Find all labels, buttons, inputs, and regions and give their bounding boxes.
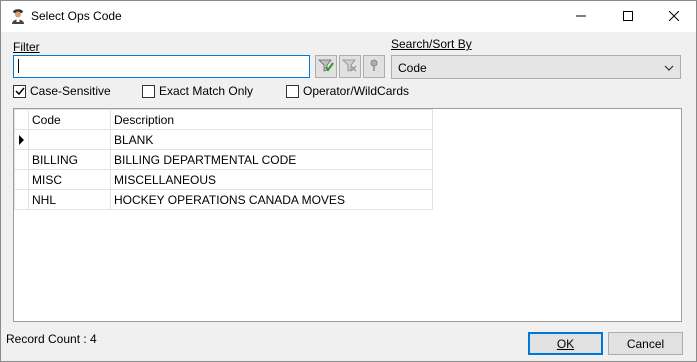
- ops-code-table: Code Description BLANK BILLING BILLING D…: [14, 109, 433, 210]
- cell-description[interactable]: MISCELLANEOUS: [110, 169, 433, 190]
- cell-description[interactable]: BILLING DEPARTMENTAL CODE: [110, 149, 433, 170]
- checkbox-checked-icon: [13, 84, 26, 98]
- row-indicator: [14, 129, 29, 150]
- filter-input[interactable]: [13, 55, 310, 78]
- ok-button-label: OK: [556, 336, 575, 351]
- search-sort-value: Code: [398, 61, 427, 75]
- pin-button[interactable]: [363, 55, 385, 78]
- cancel-button[interactable]: Cancel: [608, 332, 683, 355]
- close-button[interactable]: [651, 1, 697, 32]
- chevron-down-icon: [664, 62, 674, 76]
- row-indicator: [14, 149, 29, 170]
- select-ops-code-dialog: Select Ops Code Filter Search/Sort By Co…: [0, 0, 697, 362]
- apply-filter-icon: [318, 57, 334, 76]
- cell-description[interactable]: BLANK: [110, 129, 433, 150]
- current-row-arrow-icon: [19, 134, 24, 145]
- ops-code-grid[interactable]: Code Description BLANK BILLING BILLING D…: [13, 108, 682, 322]
- case-sensitive-label: Case-Sensitive: [30, 84, 111, 98]
- pin-icon: [366, 57, 382, 76]
- cell-code[interactable]: NHL: [28, 189, 111, 210]
- column-header-code[interactable]: Code: [28, 109, 111, 130]
- cell-code[interactable]: BILLING: [28, 149, 111, 170]
- minimize-icon: [576, 10, 586, 24]
- clear-filter-icon: [342, 57, 358, 76]
- filter-label: Filter: [13, 40, 40, 54]
- title-bar[interactable]: Select Ops Code: [1, 1, 696, 32]
- table-row[interactable]: BLANK: [14, 129, 433, 150]
- row-indicator: [14, 169, 29, 190]
- wildcards-checkbox[interactable]: Operator/WildCards: [286, 83, 409, 99]
- table-row[interactable]: BILLING BILLING DEPARTMENTAL CODE: [14, 149, 433, 170]
- checkbox-unchecked-icon: [142, 84, 155, 98]
- ok-button[interactable]: OK: [528, 332, 603, 355]
- row-indicator: [14, 189, 29, 210]
- text-caret: [18, 59, 19, 73]
- checkbox-unchecked-icon: [286, 84, 299, 98]
- table-row[interactable]: MISC MISCELLANEOUS: [14, 169, 433, 190]
- case-sensitive-checkbox[interactable]: Case-Sensitive: [13, 83, 111, 99]
- apply-filter-button[interactable]: [315, 55, 337, 78]
- minimize-button[interactable]: [558, 1, 604, 32]
- cell-code[interactable]: MISC: [28, 169, 111, 190]
- user-icon: [9, 7, 27, 25]
- header-row: Code Description: [14, 109, 433, 130]
- search-sort-label-text: Search/Sort By: [391, 37, 472, 51]
- search-sort-label: Search/Sort By: [391, 37, 472, 51]
- wildcards-label: Operator/WildCards: [303, 84, 410, 98]
- window-title: Select Ops Code: [31, 9, 122, 23]
- record-count: Record Count : 4: [6, 332, 97, 346]
- row-indicator-header: [14, 109, 29, 130]
- exact-match-checkbox[interactable]: Exact Match Only: [142, 83, 253, 99]
- maximize-icon: [623, 10, 633, 24]
- clear-filter-button[interactable]: [339, 55, 361, 78]
- exact-match-label: Exact Match Only: [159, 84, 254, 98]
- column-header-description[interactable]: Description: [110, 109, 433, 130]
- cell-description[interactable]: HOCKEY OPERATIONS CANADA MOVES: [110, 189, 433, 210]
- cell-code[interactable]: [28, 129, 111, 150]
- close-icon: [668, 10, 680, 24]
- table-row[interactable]: NHL HOCKEY OPERATIONS CANADA MOVES: [14, 189, 433, 210]
- maximize-button[interactable]: [605, 1, 651, 32]
- cancel-button-label: Cancel: [626, 336, 665, 351]
- search-sort-select[interactable]: Code: [391, 55, 681, 79]
